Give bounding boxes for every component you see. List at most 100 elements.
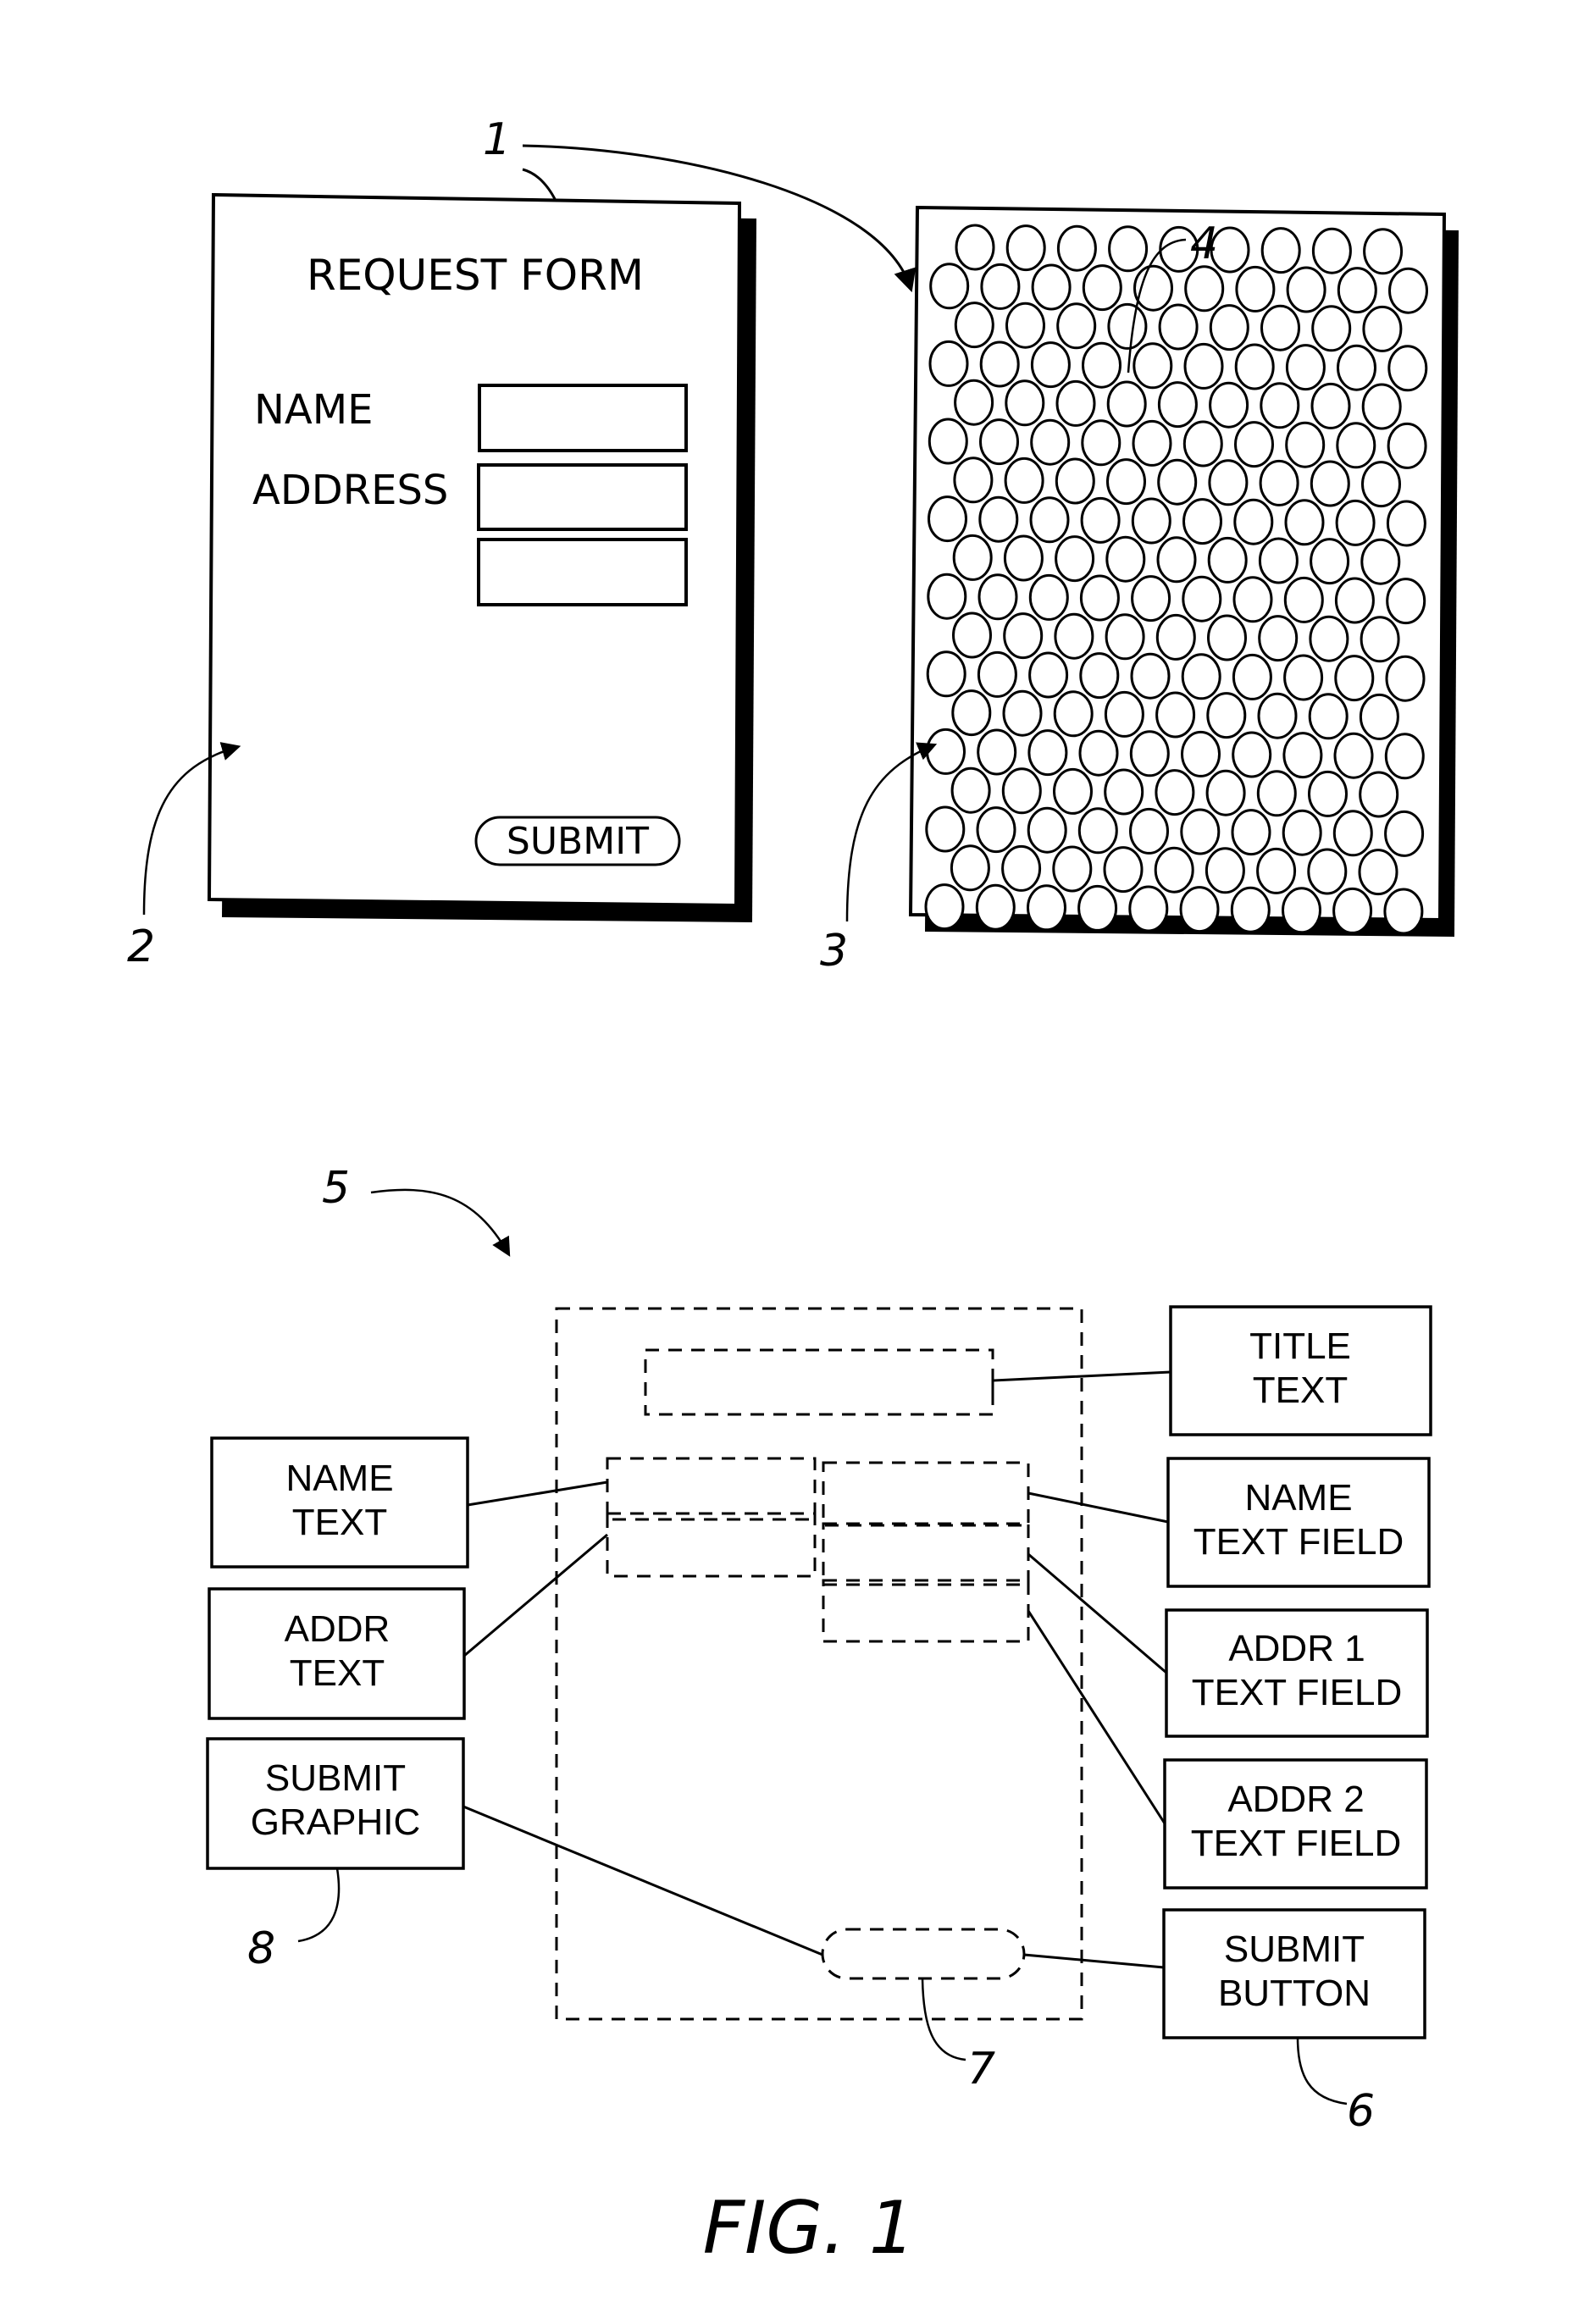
coded-dot bbox=[1360, 616, 1400, 663]
submit-button[interactable]: SUBMIT bbox=[474, 816, 681, 866]
dashed-zones bbox=[555, 1307, 1083, 2021]
label-submit-button-line1: SUBMIT bbox=[1224, 1928, 1365, 1970]
coded-dot bbox=[1030, 341, 1071, 389]
coded-dot bbox=[1337, 267, 1377, 314]
coded-dot bbox=[1004, 456, 1044, 504]
coded-dot bbox=[1231, 809, 1271, 856]
coded-dot bbox=[1383, 888, 1424, 935]
coded-dot bbox=[1260, 227, 1301, 274]
coded-dot bbox=[977, 573, 1018, 621]
coded-dot bbox=[1056, 224, 1097, 272]
name-input[interactable] bbox=[478, 384, 688, 452]
ref-numeral-3: 3 bbox=[820, 926, 848, 977]
coded-dot bbox=[925, 805, 966, 853]
zone-name-text bbox=[606, 1457, 817, 1521]
label-title-text: TITLE TEXT bbox=[1169, 1305, 1432, 1436]
coded-dot bbox=[954, 379, 994, 426]
coded-dot bbox=[1005, 302, 1045, 349]
coded-dot bbox=[1055, 535, 1095, 583]
coded-dot bbox=[1234, 421, 1274, 468]
coded-dot bbox=[1077, 807, 1118, 855]
coded-dot bbox=[1027, 806, 1067, 854]
zone-addr-text bbox=[606, 1512, 817, 1578]
ref-numeral-5: 5 bbox=[322, 1163, 350, 1214]
coded-dot bbox=[1029, 496, 1070, 544]
coded-dot bbox=[1388, 267, 1428, 314]
coded-dot bbox=[1005, 224, 1046, 272]
address-line1-input[interactable] bbox=[477, 463, 688, 531]
coded-dot bbox=[976, 806, 1016, 854]
coded-dot bbox=[1003, 612, 1044, 660]
coded-dot bbox=[1310, 382, 1351, 429]
coded-dot bbox=[1207, 536, 1248, 584]
coded-dot bbox=[1003, 534, 1044, 582]
coded-dot bbox=[929, 263, 970, 310]
coded-dot bbox=[1129, 807, 1169, 855]
coded-dot bbox=[1078, 729, 1119, 777]
coded-dot bbox=[926, 650, 966, 698]
coded-dot bbox=[1285, 344, 1326, 391]
coded-dot bbox=[928, 418, 968, 465]
coded-dot bbox=[1082, 341, 1121, 389]
coded-dot bbox=[1234, 343, 1275, 390]
coded-dot bbox=[1001, 767, 1042, 815]
coded-dot bbox=[1363, 228, 1404, 275]
submit-button-label[interactable]: SUBMIT bbox=[507, 820, 649, 863]
coded-dot bbox=[952, 534, 993, 581]
connector-addr-text bbox=[463, 1533, 608, 1657]
coded-dot bbox=[1359, 771, 1399, 818]
label-submit-button: SUBMIT BUTTON bbox=[1162, 1908, 1426, 2039]
figure-caption: FIG. 1 bbox=[703, 2186, 916, 2271]
coded-dot bbox=[1311, 305, 1352, 352]
coded-dot bbox=[1205, 847, 1245, 894]
coded-dot bbox=[1209, 304, 1249, 351]
address-line2-input[interactable] bbox=[477, 538, 688, 606]
coded-dot bbox=[1133, 342, 1173, 390]
coded-dot bbox=[1232, 731, 1272, 778]
coded-dot bbox=[1157, 381, 1198, 429]
coded-dot bbox=[1283, 654, 1324, 701]
label-submit-button-line2: BUTTON bbox=[1218, 1973, 1371, 2014]
coded-dot bbox=[1235, 265, 1276, 313]
coded-dot bbox=[1107, 302, 1148, 350]
ref-numeral-8: 8 bbox=[247, 1923, 275, 1974]
coded-dot bbox=[1079, 652, 1120, 700]
coded-dot bbox=[1386, 578, 1426, 625]
coded-dot bbox=[1184, 265, 1225, 313]
coded-dot bbox=[1361, 383, 1402, 430]
coded-dot bbox=[1207, 614, 1247, 661]
coded-dot bbox=[1282, 809, 1322, 856]
coded-dot bbox=[1256, 847, 1297, 894]
coded-dot bbox=[1082, 264, 1122, 312]
arrow-ref-5 bbox=[370, 1188, 511, 1257]
coded-dot bbox=[1308, 770, 1348, 817]
label-name-text-line1: NAME bbox=[285, 1458, 393, 1499]
coded-dot bbox=[1155, 613, 1196, 661]
coded-dot bbox=[1286, 266, 1326, 313]
coded-dot bbox=[1385, 655, 1426, 702]
coded-dot bbox=[1386, 500, 1426, 547]
label-addr-text: ADDR TEXT bbox=[208, 1587, 466, 1720]
coded-dot bbox=[1030, 418, 1071, 466]
coded-dot bbox=[1233, 498, 1274, 545]
coded-dot bbox=[1002, 689, 1043, 737]
coded-dot bbox=[977, 728, 1017, 776]
coded-dot bbox=[1027, 729, 1068, 777]
form-title: REQUEST FORM bbox=[307, 251, 644, 300]
coded-dot bbox=[1335, 499, 1376, 546]
label-submit-graphic-line1: SUBMIT bbox=[265, 1757, 406, 1799]
coded-dot bbox=[1282, 887, 1321, 934]
coded-dot bbox=[1155, 769, 1195, 816]
coded-dot bbox=[1005, 379, 1045, 427]
coded-dot bbox=[1156, 536, 1197, 584]
coded-dot bbox=[1031, 263, 1072, 311]
coded-dot bbox=[1258, 537, 1299, 584]
coded-dot bbox=[980, 263, 1021, 310]
zone-title bbox=[644, 1348, 994, 1416]
coded-dot bbox=[1257, 692, 1298, 739]
coded-dot bbox=[1359, 693, 1399, 740]
ref-numeral-1: 1 bbox=[483, 114, 511, 165]
coded-dot bbox=[979, 340, 1020, 388]
coded-dot bbox=[978, 495, 1019, 543]
coded-dot bbox=[1183, 342, 1224, 390]
